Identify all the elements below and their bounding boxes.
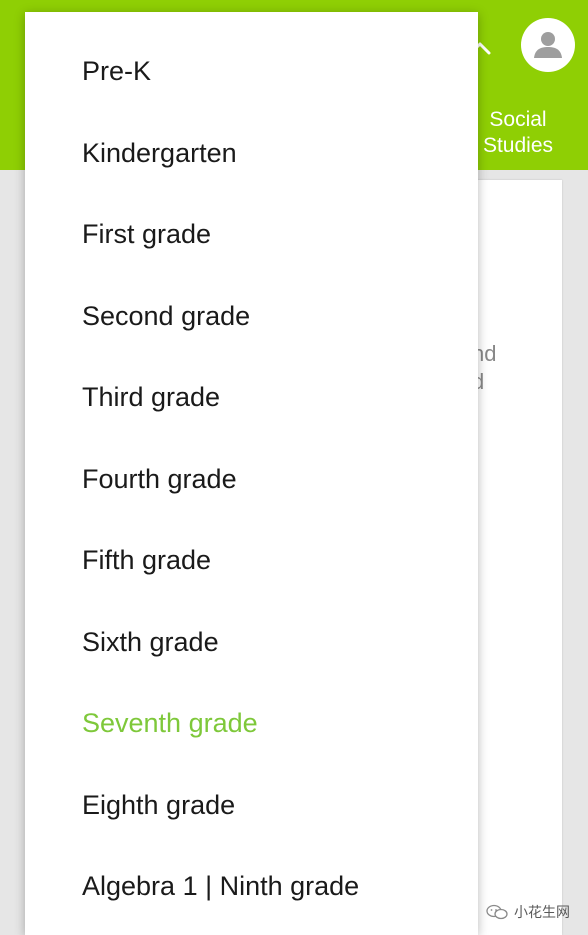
account-icon: [534, 32, 562, 58]
grade-menu-item[interactable]: Pre-K: [82, 51, 151, 91]
subject-tab-social-studies[interactable]: Social Studies: [473, 107, 563, 159]
account-avatar-button[interactable]: [521, 18, 575, 72]
grade-menu-item[interactable]: Algebra 1 | Ninth grade: [82, 866, 359, 906]
watermark-text: 小花生网: [514, 904, 570, 920]
content-text-line: nd: [472, 341, 497, 366]
watermark: 小花生网: [486, 902, 570, 922]
grade-menu-item[interactable]: Third grade: [82, 377, 220, 417]
content-partial-text: nd d: [472, 340, 532, 396]
wechat-icon: [486, 904, 508, 920]
grade-menu-item[interactable]: Fifth grade: [82, 540, 211, 580]
grade-menu-item[interactable]: Second grade: [82, 296, 250, 336]
grade-menu-item[interactable]: Sixth grade: [82, 622, 219, 662]
grade-menu-item[interactable]: Kindergarten: [82, 133, 237, 173]
grade-menu-item[interactable]: First grade: [82, 214, 211, 254]
grade-menu-item[interactable]: Eighth grade: [82, 785, 235, 825]
content-text-line: d: [472, 369, 485, 394]
grade-menu-item[interactable]: Fourth grade: [82, 459, 237, 499]
app-screen: Social Studies nd d Pre-K Kindergarten Firs…: [0, 0, 588, 935]
grade-menu-item[interactable]: Seventh grade: [82, 703, 258, 743]
grade-dropdown-menu: Pre-K Kindergarten First grade Second grade…: [25, 12, 478, 935]
